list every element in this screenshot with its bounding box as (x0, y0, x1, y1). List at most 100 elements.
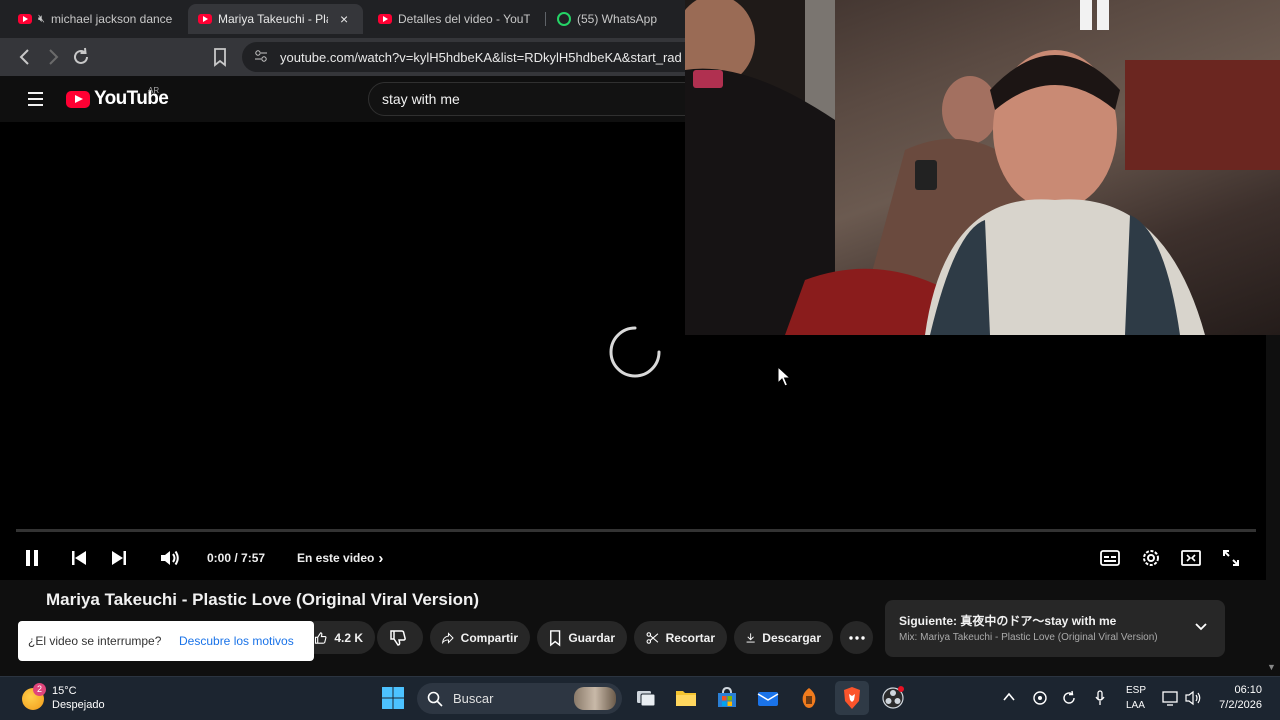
thumbs-up-icon (314, 631, 327, 644)
taskbar-search-label: Buscar (453, 691, 494, 706)
next-button[interactable] (110, 540, 128, 576)
speaker-icon[interactable] (1185, 690, 1203, 706)
settings-button[interactable] (1141, 540, 1161, 576)
previous-icon (72, 551, 86, 565)
video-title: Mariya Takeuchi - Plastic Love (Original… (46, 590, 480, 609)
playback-issue-toast: ¿El video se interrumpe? Descubre los mo… (18, 621, 314, 661)
site-settings-icon[interactable] (254, 49, 268, 66)
menu-icon[interactable] (28, 92, 43, 106)
microsoft-store-icon[interactable] (715, 686, 739, 710)
obs-studio-icon[interactable] (881, 686, 905, 710)
windows-taskbar: 2 15°C Despejado Buscar ESP LAA 06:10 7/… (0, 676, 1280, 720)
taskbar-time[interactable]: 06:10 (1206, 684, 1262, 696)
fullscreen-icon (1223, 550, 1239, 566)
share-label: Compartir (460, 630, 518, 645)
download-label: Descargar (762, 630, 821, 645)
taskbar-date[interactable]: 7/2/2026 (1206, 699, 1262, 711)
update-icon[interactable] (1061, 690, 1077, 706)
mail-icon[interactable] (756, 686, 780, 710)
youtube-icon (18, 14, 32, 24)
scroll-down-arrow-icon[interactable]: ▼ (1267, 662, 1276, 672)
weather-condition: Despejado (52, 699, 105, 711)
input-language[interactable]: ESP (1126, 685, 1146, 696)
url-text: youtube.com/watch?v=kylH5hdbeKA&list=RDk… (280, 49, 682, 65)
temperature: 15°C (52, 685, 77, 697)
more-actions-button[interactable] (840, 621, 873, 654)
muted-speaker-icon[interactable]: 🔇︎ (38, 13, 45, 26)
file-explorer-icon[interactable] (674, 686, 698, 710)
dislike-button[interactable] (377, 621, 423, 654)
miniplayer-button[interactable] (1181, 540, 1201, 576)
loading-spinner-icon (609, 326, 661, 378)
clip-button[interactable]: Recortar (634, 621, 727, 654)
fl-studio-icon[interactable] (797, 686, 821, 710)
webcam-feed-image (685, 0, 1280, 335)
tab-whatsapp[interactable]: (55) WhatsApp (547, 4, 677, 34)
forward-icon[interactable] (42, 46, 64, 68)
previous-button[interactable] (70, 540, 88, 576)
time-text: 0:00 / 7:57 (207, 551, 266, 565)
fullscreen-button[interactable] (1222, 540, 1240, 576)
bookmark-icon[interactable] (209, 46, 231, 68)
player-controls: 0:00 / 7:57 En este video › (0, 540, 1266, 580)
chevron-down-icon[interactable] (1194, 622, 1208, 632)
youtube-studio-icon (378, 14, 392, 24)
taskbar-search[interactable]: Buscar (417, 683, 622, 714)
tab-michael-jackson[interactable]: 🔇︎ michael jackson dance (8, 4, 186, 34)
address-bar[interactable]: youtube.com/watch?v=kylH5hdbeKA&list=RDk… (242, 42, 702, 72)
like-count: 4.2 K (334, 630, 363, 645)
miniplayer-icon (1181, 550, 1201, 566)
whatsapp-icon (557, 12, 571, 26)
download-icon (746, 632, 755, 643)
close-tab-icon[interactable]: × (340, 11, 348, 27)
up-next-card[interactable]: Siguiente: 真夜中のドア〜stay with me Mix: Mari… (885, 600, 1225, 657)
tab-title: Mariya Takeuchi - Plas (218, 12, 328, 26)
pause-button[interactable] (24, 540, 40, 576)
microphone-icon[interactable] (1094, 690, 1106, 706)
search-highlight-image (574, 687, 616, 710)
youtube-header: YouTube AR stay with me (0, 76, 698, 122)
region-code: AR (148, 86, 160, 95)
search-input[interactable]: stay with me (368, 82, 698, 116)
time-display: 0:00 / 7:57 (207, 540, 265, 576)
show-hidden-icons-icon[interactable] (1003, 692, 1015, 702)
keyboard-layout[interactable]: LAA (1126, 700, 1145, 711)
tab-title: (55) WhatsApp (577, 12, 658, 26)
save-button[interactable]: Guardar (537, 621, 627, 654)
thumbs-down-icon (390, 629, 406, 646)
toast-link[interactable]: Descubre los motivos (179, 634, 294, 648)
up-next-title: Siguiente: 真夜中のドア〜stay with me (899, 614, 1117, 628)
progress-bar[interactable] (16, 529, 1256, 532)
notification-badge: 2 (33, 683, 46, 696)
save-label: Guardar (568, 630, 615, 645)
youtube-logo-icon (66, 90, 90, 108)
next-icon (112, 551, 126, 565)
share-icon (442, 631, 454, 644)
brave-browser-icon[interactable] (840, 686, 864, 710)
chapters-label: En este video (297, 551, 375, 565)
sync-status-icon[interactable] (1032, 690, 1048, 706)
share-button[interactable]: Compartir (430, 621, 530, 654)
volume-button[interactable] (159, 540, 181, 576)
download-button[interactable]: Descargar (734, 621, 833, 654)
tab-separator (545, 12, 546, 26)
search-icon (427, 691, 443, 707)
tab-mariya-takeuchi[interactable]: Mariya Takeuchi - Plas × (188, 4, 363, 34)
webcam-overlay (685, 0, 1280, 335)
tab-title: michael jackson dance (50, 12, 173, 26)
tab-detalles-del-video[interactable]: Detalles del video - YouTu (368, 4, 540, 34)
scissors-icon (646, 631, 659, 644)
back-icon[interactable] (14, 46, 36, 68)
windows-start-icon[interactable] (381, 686, 405, 710)
mouse-cursor-icon (777, 366, 791, 387)
reload-icon[interactable] (70, 46, 92, 68)
gear-icon (1143, 550, 1159, 566)
toast-message: ¿El video se interrumpe? (28, 634, 162, 648)
volume-icon (161, 550, 179, 566)
chapters-button[interactable]: En este video › (297, 540, 383, 576)
task-view-icon[interactable] (634, 686, 658, 710)
network-icon[interactable] (1162, 690, 1180, 706)
chevron-right-icon: › (378, 549, 384, 567)
subtitles-button[interactable] (1100, 540, 1120, 576)
tab-title: Detalles del video - YouTu (398, 12, 530, 26)
